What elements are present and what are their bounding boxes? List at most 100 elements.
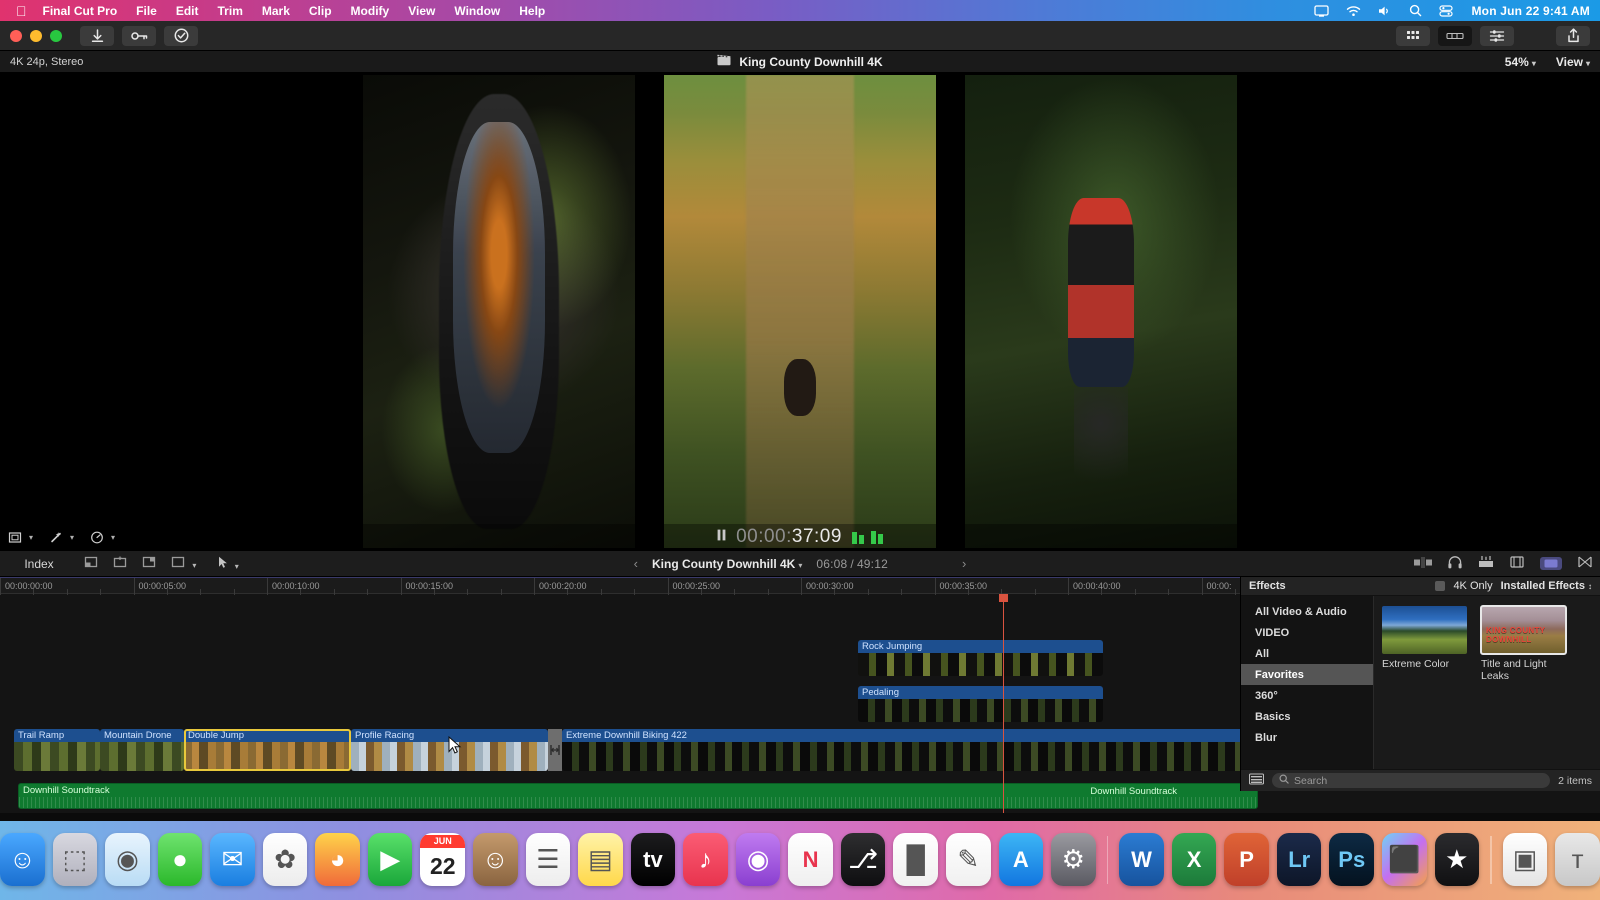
dock-item-safari[interactable]: ◉	[105, 833, 150, 886]
menu-item-help[interactable]: Help	[519, 4, 545, 18]
next-project-button[interactable]: ›	[962, 556, 966, 571]
viewer[interactable]: ▾ ▾ ▾ 00:00:37:09	[0, 73, 1600, 550]
screen-mirroring-icon[interactable]	[1314, 4, 1330, 17]
effects-category-blur[interactable]: Blur	[1241, 727, 1373, 748]
effects-category-video[interactable]: VIDEO	[1241, 622, 1373, 643]
dock-item-lightroom[interactable]: Lr	[1276, 833, 1322, 886]
skimming-icon[interactable]	[1478, 556, 1494, 571]
dock-item-news[interactable]: N	[788, 833, 833, 886]
effects-category-360-[interactable]: 360°	[1241, 685, 1373, 706]
menu-item-modify[interactable]: Modify	[351, 4, 390, 18]
dock-item-stocks[interactable]: ⎇	[840, 833, 886, 886]
effects-category-list[interactable]: All Video & Audio VIDEO All Favorites 360° Ba…	[1241, 596, 1374, 769]
close-window-button[interactable]	[10, 29, 22, 42]
effects-search-input[interactable]: Search	[1272, 773, 1551, 788]
dock-item-app-store[interactable]: A	[998, 833, 1044, 886]
effect-item[interactable]: KING COUNTY DOWNHILL Title and Light Leaks	[1480, 605, 1567, 759]
dock-item-excel[interactable]: X	[1171, 833, 1217, 886]
retime-tool[interactable]: ▾	[90, 531, 115, 544]
effects-category-all[interactable]: All	[1241, 643, 1373, 664]
trim-icon[interactable]	[1414, 556, 1432, 571]
audio-clip[interactable]: Downhill Soundtrack Downhill Soundtrack	[18, 783, 1258, 809]
keywords-button[interactable]	[122, 25, 156, 46]
insert-edit-button[interactable]	[113, 556, 128, 571]
timeline-clip[interactable]: Profile Racing	[351, 729, 548, 771]
window-traffic-lights[interactable]	[10, 29, 62, 42]
dock-item-system-settings[interactable]: ⚙	[1051, 833, 1096, 886]
installed-effects-selector[interactable]: Installed Effects ↕	[1501, 580, 1592, 592]
overwrite-edit-button[interactable]: ▾	[171, 556, 196, 571]
menu-item-file[interactable]: File	[136, 4, 157, 18]
enhance-tool[interactable]: ▾	[49, 531, 74, 544]
timeline-index-label[interactable]: Index	[8, 557, 70, 571]
menu-item-edit[interactable]: Edit	[176, 4, 199, 18]
timeline-clip[interactable]: Trail Ramp	[14, 729, 100, 771]
dock-item-photoshop[interactable]: Ps	[1329, 833, 1375, 886]
dock-item-messages[interactable]: ●	[157, 833, 203, 886]
dock-item-facetime[interactable]: ▶	[367, 833, 413, 886]
audio-meters-icon[interactable]	[1448, 555, 1462, 572]
menu-item-view[interactable]: View	[408, 4, 435, 18]
effects-category-favorites[interactable]: Favorites	[1241, 664, 1373, 685]
volume-icon[interactable]	[1378, 5, 1392, 17]
share-button[interactable]	[1556, 25, 1590, 46]
dock-item-numbers[interactable]: █	[893, 833, 938, 886]
playhead[interactable]	[999, 594, 1008, 813]
menu-item-clip[interactable]: Clip	[309, 4, 332, 18]
import-media-button[interactable]	[80, 25, 114, 46]
menu-item-trim[interactable]: Trim	[218, 4, 243, 18]
effects-category-all-video-audio[interactable]: All Video & Audio	[1241, 601, 1373, 622]
timeline-body[interactable]: 00:00:00:00 00:00:05:00 00:00:10:00 00:00:1…	[0, 577, 1600, 813]
apple-icon[interactable]: 	[16, 3, 27, 19]
dock-item-music[interactable]: ♪	[683, 833, 728, 886]
menu-item-window[interactable]: Window	[454, 4, 500, 18]
approve-button[interactable]	[164, 25, 198, 46]
timeline-clip[interactable]: Double Jump	[184, 729, 351, 771]
minimize-window-button[interactable]	[30, 29, 42, 42]
append-edit-button[interactable]	[84, 556, 99, 571]
zoom-window-button[interactable]	[50, 29, 62, 42]
dock-item-trash[interactable]: ᴛ	[1555, 833, 1600, 886]
dock-item-photos[interactable]: ✿	[262, 833, 308, 886]
effects-category-basics[interactable]: Basics	[1241, 706, 1373, 727]
dock-item-imovie[interactable]: ★	[1434, 833, 1480, 886]
dock-item-word[interactable]: W	[1119, 833, 1164, 886]
effect-item[interactable]: Extreme Color	[1382, 606, 1467, 759]
dock-item-powerpoint[interactable]: P	[1224, 833, 1269, 886]
timeline-clip[interactable]: Mountain Drone	[100, 729, 184, 771]
crop-tool[interactable]: ▾	[8, 531, 33, 544]
previous-project-button[interactable]: ‹	[634, 556, 638, 571]
dock-item-color-picker[interactable]: ◕	[315, 833, 360, 886]
dock-item-finder[interactable]: ☺	[0, 833, 45, 886]
dock-item-podcasts[interactable]: ◉	[735, 833, 781, 886]
clip-appearance-icon[interactable]	[1540, 557, 1562, 570]
dock-item-calendar[interactable]: JUN 22	[420, 833, 466, 886]
menu-item-mark[interactable]: Mark	[262, 4, 290, 18]
dock-item-reminders[interactable]: ☰	[525, 833, 571, 886]
view-options-selector[interactable]: View ▾	[1556, 55, 1590, 69]
filmstrip-icon[interactable]	[1510, 556, 1524, 571]
dock-item-apple-tv[interactable]: tv	[630, 833, 676, 886]
menubar-clock[interactable]: Mon Jun 22 9:41 AM	[1471, 4, 1590, 18]
connect-edit-button[interactable]	[142, 556, 157, 571]
zoom-level-selector[interactable]: 54% ▾	[1505, 55, 1536, 69]
dock-item-preview[interactable]: ▣	[1502, 833, 1548, 886]
dock-item-launchpad[interactable]: ⬚	[52, 833, 98, 886]
menu-item-final-cut-pro[interactable]: Final Cut Pro	[43, 4, 118, 18]
effects-panel[interactable]: Effects 4K Only Installed Effects ↕ All …	[1240, 577, 1600, 791]
gap-transition-icon[interactable]	[548, 729, 562, 771]
timeline-project-name[interactable]: King County Downhill 4K ▾	[652, 557, 802, 571]
timeline-index-button[interactable]	[1438, 25, 1472, 46]
timeline-clip[interactable]: Rock Jumping	[858, 640, 1103, 676]
timeline-clip[interactable]: Extreme Downhill Biking 422	[562, 729, 1252, 771]
select-tool-button[interactable]: ▾	[218, 556, 239, 572]
search-icon[interactable]	[1409, 4, 1422, 17]
wifi-icon[interactable]	[1346, 5, 1361, 17]
dock[interactable]: ☺ ⬚ ◉ ● ✉ ✿ ◕ ▶ JUN 22 ☺ ☰ ▤ tv ♪ ◉ N ⎇ █ ✎ A ⚙ W X P Lr Ps ⬛ ★ ▣ ᴛ	[0, 821, 1600, 900]
dock-item-final-cut-pro[interactable]: ⬛	[1382, 833, 1427, 886]
dock-item-mail[interactable]: ✉	[210, 833, 255, 886]
control-center-icon[interactable]	[1439, 4, 1454, 17]
browser-button[interactable]	[1396, 25, 1430, 46]
dock-item-pages[interactable]: ✎	[945, 833, 991, 886]
effects-grid[interactable]: Extreme Color KING COUNTY DOWNHILL Title an…	[1374, 596, 1600, 769]
